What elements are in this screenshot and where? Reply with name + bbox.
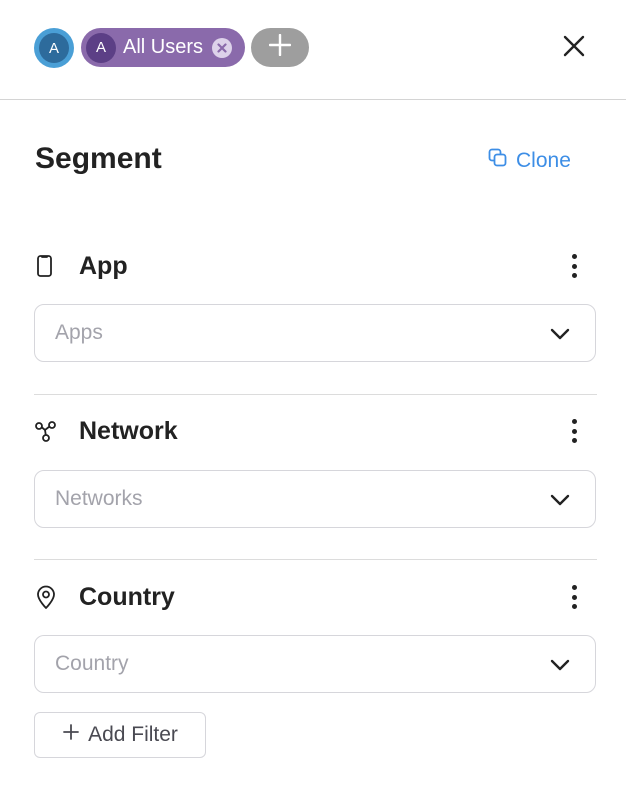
user-avatar[interactable]: A	[34, 28, 74, 68]
add-filter-label: Add Filter	[88, 723, 178, 746]
chip-label: All Users	[123, 36, 204, 58]
chevron-down-icon	[549, 655, 571, 675]
filter-section-network: Network Networks	[34, 411, 596, 528]
location-pin-icon	[34, 584, 60, 610]
clone-label: Clone	[516, 149, 571, 172]
plus-icon	[268, 33, 292, 61]
select-placeholder: Networks	[55, 487, 143, 510]
close-button[interactable]	[560, 34, 588, 62]
add-segment-button[interactable]	[251, 28, 309, 67]
segment-header: A A All Users	[0, 0, 626, 100]
more-options-icon[interactable]	[562, 252, 586, 280]
copy-icon	[488, 148, 508, 174]
select-placeholder: Apps	[55, 321, 103, 344]
filter-section-app: App Apps	[34, 246, 596, 362]
close-circle-icon[interactable]	[212, 37, 233, 58]
divider	[34, 559, 597, 560]
section-title: Country	[79, 582, 175, 611]
select-placeholder: Country	[55, 652, 129, 675]
filter-section-country: Country Country	[34, 577, 596, 693]
user-avatar-initial: A	[39, 33, 69, 63]
more-options-icon[interactable]	[562, 583, 586, 611]
chevron-down-icon	[549, 324, 571, 344]
chevron-down-icon	[549, 490, 571, 510]
section-title: Network	[79, 416, 178, 445]
section-header: App	[34, 246, 596, 286]
apps-select[interactable]: Apps	[34, 304, 596, 362]
clone-button[interactable]: Clone	[488, 147, 571, 175]
section-title: App	[79, 251, 128, 280]
plus-icon	[62, 723, 80, 747]
mobile-phone-icon	[34, 253, 60, 279]
chip-avatar: A	[86, 32, 116, 63]
network-nodes-icon	[34, 418, 60, 444]
close-icon	[563, 35, 585, 62]
more-options-icon[interactable]	[562, 417, 586, 445]
page-title: Segment	[35, 142, 162, 175]
section-header: Network	[34, 411, 596, 451]
section-header: Country	[34, 577, 596, 617]
country-select[interactable]: Country	[34, 635, 596, 693]
networks-select[interactable]: Networks	[34, 470, 596, 528]
divider	[34, 394, 597, 395]
segment-chip-all-users[interactable]: A All Users	[81, 28, 245, 67]
add-filter-button[interactable]: Add Filter	[34, 712, 206, 758]
